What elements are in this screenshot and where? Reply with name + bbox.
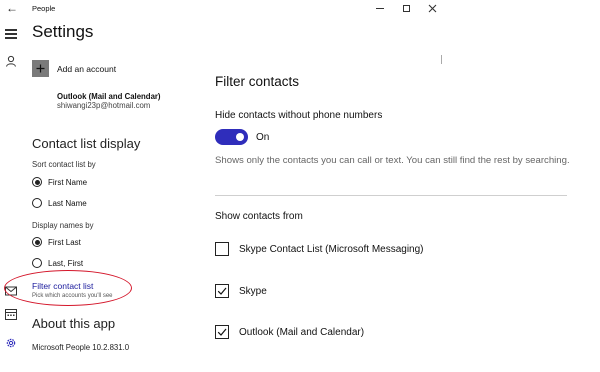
close-button[interactable] bbox=[418, 0, 446, 16]
radio-label: First Last bbox=[48, 237, 81, 247]
person-icon[interactable] bbox=[5, 54, 17, 72]
checkbox-outlook[interactable]: Outlook (Mail and Calendar) bbox=[215, 325, 364, 339]
checkbox-skype-contact-list[interactable]: Skype Contact List (Microsoft Messaging) bbox=[215, 242, 424, 256]
checkbox-box bbox=[215, 325, 229, 339]
minimize-icon bbox=[376, 7, 384, 9]
add-account-button[interactable]: Add an account bbox=[32, 60, 116, 77]
account-email: shiwangi23p@hotmail.com bbox=[57, 101, 151, 110]
panel-title: Filter contacts bbox=[215, 74, 300, 89]
show-contacts-from-label: Show contacts from bbox=[215, 211, 303, 222]
display-label: Display names by bbox=[32, 221, 94, 230]
checkmark-icon bbox=[217, 328, 227, 336]
page-title: Settings bbox=[32, 22, 94, 41]
radio-last-name[interactable]: Last Name bbox=[32, 198, 87, 208]
radio-indicator bbox=[32, 198, 42, 208]
hide-contacts-label: Hide contacts without phone numbers bbox=[215, 110, 383, 121]
minimize-button[interactable] bbox=[366, 0, 394, 16]
checkbox-skype[interactable]: Skype bbox=[215, 284, 267, 298]
toggle-state-text: On bbox=[256, 132, 270, 143]
checkbox-label: Outlook (Mail and Calendar) bbox=[239, 326, 365, 338]
back-arrow-icon[interactable]: ← bbox=[6, 1, 18, 15]
radio-label: Last, First bbox=[48, 258, 84, 268]
radio-label: Last Name bbox=[48, 198, 87, 208]
version-text: Microsoft People 10.2.831.0 bbox=[32, 343, 130, 352]
add-account-label: Add an account bbox=[57, 63, 117, 74]
title-bar: ← People bbox=[0, 0, 600, 18]
divider bbox=[215, 195, 567, 196]
radio-indicator bbox=[32, 237, 42, 247]
filter-link-subtitle: Pick which accounts you'll see bbox=[32, 293, 113, 299]
maximize-button[interactable] bbox=[392, 0, 420, 16]
radio-first-last[interactable]: First Last bbox=[32, 237, 81, 247]
filter-link-title: Filter contact list bbox=[32, 281, 94, 291]
maximize-icon bbox=[402, 4, 410, 12]
about-heading: About this app bbox=[32, 316, 116, 331]
radio-label: First Name bbox=[48, 177, 88, 187]
filter-contact-list-link[interactable]: Filter contact list Pick which accounts … bbox=[32, 281, 113, 299]
app-title: People bbox=[32, 4, 56, 13]
account-name[interactable]: Outlook (Mail and Calendar) bbox=[57, 92, 161, 101]
checkbox-box bbox=[215, 242, 229, 256]
checkbox-label: Skype Contact List (Microsoft Messaging) bbox=[239, 243, 424, 255]
radio-last-first[interactable]: Last, First bbox=[32, 258, 83, 268]
radio-first-name[interactable]: First Name bbox=[32, 177, 87, 187]
toggle-description: Shows only the contacts you can call or … bbox=[215, 155, 570, 166]
sort-label: Sort contact list by bbox=[32, 160, 96, 169]
plus-icon bbox=[32, 60, 49, 77]
contact-list-display-heading: Contact list display bbox=[32, 136, 141, 151]
calendar-icon[interactable] bbox=[5, 307, 17, 325]
radio-indicator bbox=[32, 258, 42, 268]
close-icon bbox=[428, 4, 436, 12]
checkbox-label: Skype bbox=[239, 285, 267, 297]
mail-icon[interactable] bbox=[5, 283, 17, 301]
checkbox-box bbox=[215, 284, 229, 298]
radio-indicator bbox=[32, 177, 42, 187]
gear-icon[interactable] bbox=[5, 336, 17, 354]
checkmark-icon bbox=[217, 287, 227, 295]
hamburger-menu-icon[interactable] bbox=[5, 29, 17, 41]
hide-contacts-toggle[interactable] bbox=[215, 129, 248, 145]
scrollbar[interactable] bbox=[441, 55, 442, 64]
